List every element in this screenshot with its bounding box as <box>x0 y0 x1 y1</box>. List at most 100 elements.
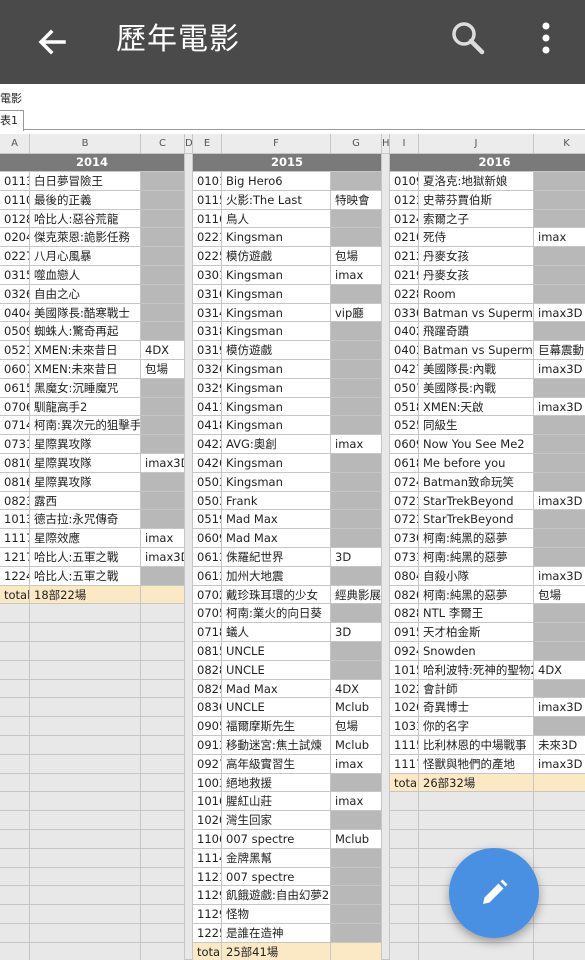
table-cell[interactable]: Batman致命玩笑 <box>419 472 534 492</box>
table-cell[interactable]: 0509 <box>0 322 30 342</box>
table-cell[interactable]: 0924 <box>390 642 419 661</box>
table-cell[interactable]: 蜘蛛人:驚奇再起 <box>30 322 141 342</box>
table-cell[interactable]: imax3D <box>534 397 585 417</box>
empty-cell[interactable] <box>390 792 419 812</box>
table-cell[interactable]: XMEN:天啟 <box>419 397 534 417</box>
arrow-left-icon[interactable] <box>32 22 72 62</box>
table-cell[interactable]: 0721 <box>390 491 419 511</box>
table-cell[interactable]: 侏羅紀世界 <box>222 548 331 567</box>
table-cell[interactable]: 0521 <box>0 341 30 360</box>
table-cell[interactable]: 1106 <box>193 830 222 849</box>
table-cell[interactable]: 0618 <box>390 454 419 473</box>
table-cell[interactable]: imax3D <box>534 754 585 774</box>
table-cell[interactable]: 0418 <box>193 416 222 436</box>
column-header[interactable]: I <box>390 134 419 154</box>
empty-cell[interactable] <box>390 867 419 887</box>
empty-cell[interactable] <box>141 679 185 699</box>
empty-cell[interactable] <box>534 886 585 906</box>
total-cell[interactable] <box>534 773 585 793</box>
table-cell[interactable] <box>534 435 585 454</box>
table-cell[interactable]: 0212 <box>390 247 419 266</box>
table-cell[interactable]: 柯南:純黑的惡夢 <box>419 529 534 548</box>
table-cell[interactable]: 金牌黑幫 <box>222 848 331 868</box>
table-cell[interactable] <box>141 228 185 248</box>
table-cell[interactable]: Frank <box>222 491 331 511</box>
table-cell[interactable]: 0731 <box>390 548 419 567</box>
table-cell[interactable]: 3D <box>331 623 382 642</box>
table-cell[interactable]: 包場 <box>141 360 185 379</box>
table-cell[interactable]: 0101 <box>193 172 222 191</box>
table-cell[interactable]: StarTrekBeyond <box>419 510 534 530</box>
table-cell[interactable] <box>331 566 382 586</box>
year-header[interactable]: 2014 <box>0 154 185 172</box>
empty-cell[interactable] <box>0 736 30 755</box>
table-cell[interactable]: Kingsman <box>222 322 331 342</box>
table-cell[interactable]: 0613 <box>193 566 222 586</box>
table-cell[interactable] <box>141 209 185 229</box>
table-cell[interactable] <box>331 491 382 511</box>
table-cell[interactable]: 1026 <box>390 698 419 718</box>
total-cell[interactable] <box>141 585 185 605</box>
table-cell[interactable]: 0110 <box>0 190 30 210</box>
table-cell[interactable]: 美國隊長:內戰 <box>419 360 534 379</box>
table-cell[interactable]: imax3D <box>534 303 585 323</box>
empty-cell[interactable] <box>0 811 30 830</box>
empty-cell[interactable] <box>141 848 185 868</box>
table-cell[interactable]: 0518 <box>390 397 419 417</box>
table-cell[interactable]: 灣生回家 <box>222 811 331 830</box>
column-header[interactable]: E <box>193 134 222 154</box>
table-cell[interactable] <box>331 209 382 229</box>
table-cell[interactable]: 1115 <box>390 736 419 755</box>
table-cell[interactable] <box>331 416 382 436</box>
table-cell[interactable]: 同級生 <box>419 416 534 436</box>
table-cell[interactable] <box>534 717 585 736</box>
table-cell[interactable]: 0319 <box>193 341 222 360</box>
empty-cell[interactable] <box>419 830 534 849</box>
table-cell[interactable] <box>141 435 185 454</box>
table-cell[interactable]: 死侍 <box>419 228 534 248</box>
table-cell[interactable]: 德古拉:永咒傳奇 <box>30 510 141 530</box>
empty-cell[interactable] <box>30 924 141 943</box>
empty-cell[interactable] <box>30 773 141 793</box>
table-cell[interactable]: XMEN:未來昔日 <box>30 360 141 379</box>
table-cell[interactable]: 你的名字 <box>419 717 534 736</box>
table-cell[interactable]: 1020 <box>193 811 222 830</box>
table-cell[interactable]: 飢餓遊戲:自由幻夢2 <box>222 886 331 906</box>
table-cell[interactable]: Snowden <box>419 642 534 661</box>
table-cell[interactable]: 0402 <box>390 322 419 342</box>
table-cell[interactable]: 0705 <box>193 604 222 624</box>
empty-cell[interactable] <box>534 848 585 868</box>
empty-cell[interactable] <box>141 773 185 793</box>
table-cell[interactable]: 丹麥女孩 <box>419 247 534 266</box>
table-cell[interactable]: 傑克萊恩:詭影任務 <box>30 228 141 248</box>
table-cell[interactable]: 1224 <box>0 566 30 586</box>
table-cell[interactable]: Mad Max <box>222 679 331 699</box>
table-cell[interactable]: imax <box>331 792 382 812</box>
empty-cell[interactable] <box>141 754 185 774</box>
table-cell[interactable]: 未來3D <box>534 736 585 755</box>
table-cell[interactable]: 0820 <box>390 585 419 605</box>
empty-cell[interactable] <box>0 886 30 906</box>
table-cell[interactable]: 模仿遊戲 <box>222 341 331 360</box>
table-cell[interactable]: 0204 <box>0 228 30 248</box>
more-vert-icon[interactable] <box>528 18 564 62</box>
table-cell[interactable]: 0228 <box>390 284 419 304</box>
table-cell[interactable]: 4DX <box>141 341 185 360</box>
table-cell[interactable]: 比利林恩的中場戰事 <box>419 736 534 755</box>
empty-cell[interactable] <box>0 830 30 849</box>
table-cell[interactable]: 1013 <box>0 510 30 530</box>
table-cell[interactable]: 星際效應 <box>30 529 141 548</box>
empty-cell[interactable] <box>534 867 585 887</box>
table-cell[interactable]: 0723 <box>390 510 419 530</box>
table-cell[interactable]: Mclub <box>331 698 382 718</box>
table-cell[interactable]: NTL 李爾王 <box>419 604 534 624</box>
table-cell[interactable]: UNCLE <box>222 660 331 680</box>
sheet-tab[interactable]: 表1 <box>0 110 24 131</box>
table-cell[interactable]: 007 spectre <box>222 867 331 887</box>
table-cell[interactable] <box>534 416 585 436</box>
table-cell[interactable]: 0225 <box>193 247 222 266</box>
table-cell[interactable]: imax3D <box>141 454 185 473</box>
table-cell[interactable] <box>534 623 585 642</box>
table-cell[interactable] <box>331 228 382 248</box>
table-cell[interactable]: Kingsman <box>222 228 331 248</box>
